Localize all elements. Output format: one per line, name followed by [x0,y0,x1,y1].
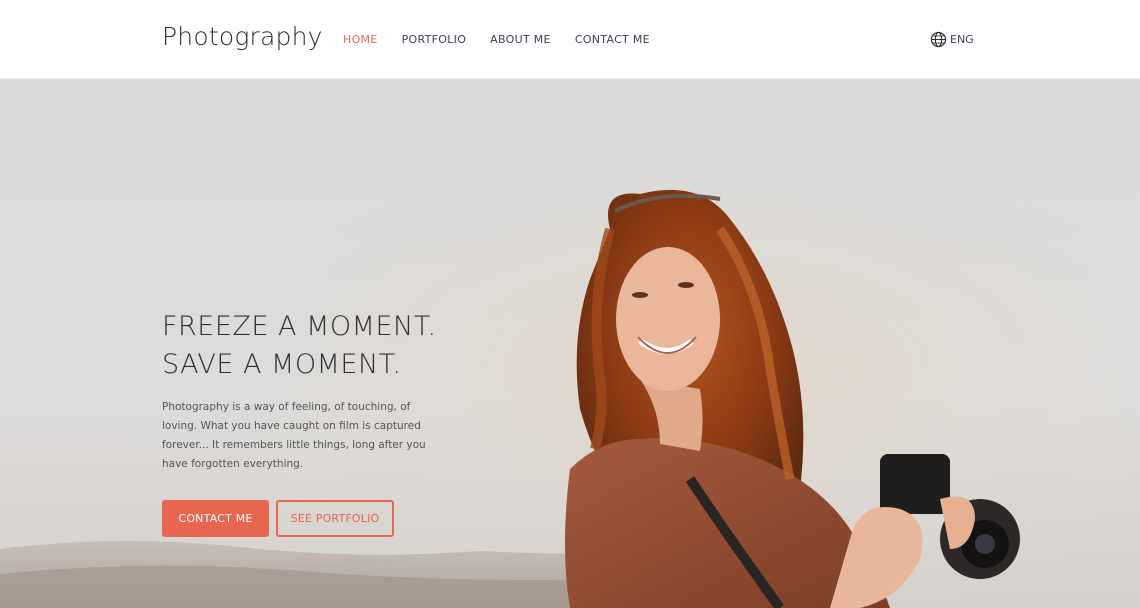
nav-portfolio-link[interactable]: PORTFOLIO [402,33,467,46]
globe-icon [930,31,947,48]
hero-section: FREEZE A MOMENT. SAVE A MOMENT. Photogra… [0,79,1140,608]
language-label: ENG [950,33,974,46]
main-nav: HOME PORTFOLIO ABOUT ME CONTACT ME [343,33,650,46]
nav-about-link[interactable]: ABOUT ME [490,33,551,46]
nav-home-link[interactable]: HOME [343,33,378,46]
top-navbar: Photography HOME PORTFOLIO ABOUT ME CONT… [0,0,1140,79]
see-portfolio-button[interactable]: SEE PORTFOLIO [276,500,394,537]
headline-line-1: FREEZE A MOMENT. [162,311,437,342]
language-selector[interactable]: ENG [930,31,974,48]
contact-me-button[interactable]: CONTACT ME [162,500,269,537]
hero-headline: FREEZE A MOMENT. SAVE A MOMENT. [162,308,437,384]
nav-contact-link[interactable]: CONTACT ME [575,33,650,46]
brand-logo[interactable]: Photography [162,22,323,51]
hero-description: Photography is a way of feeling, of touc… [162,401,426,470]
headline-line-2: SAVE A MOMENT. [162,349,402,380]
